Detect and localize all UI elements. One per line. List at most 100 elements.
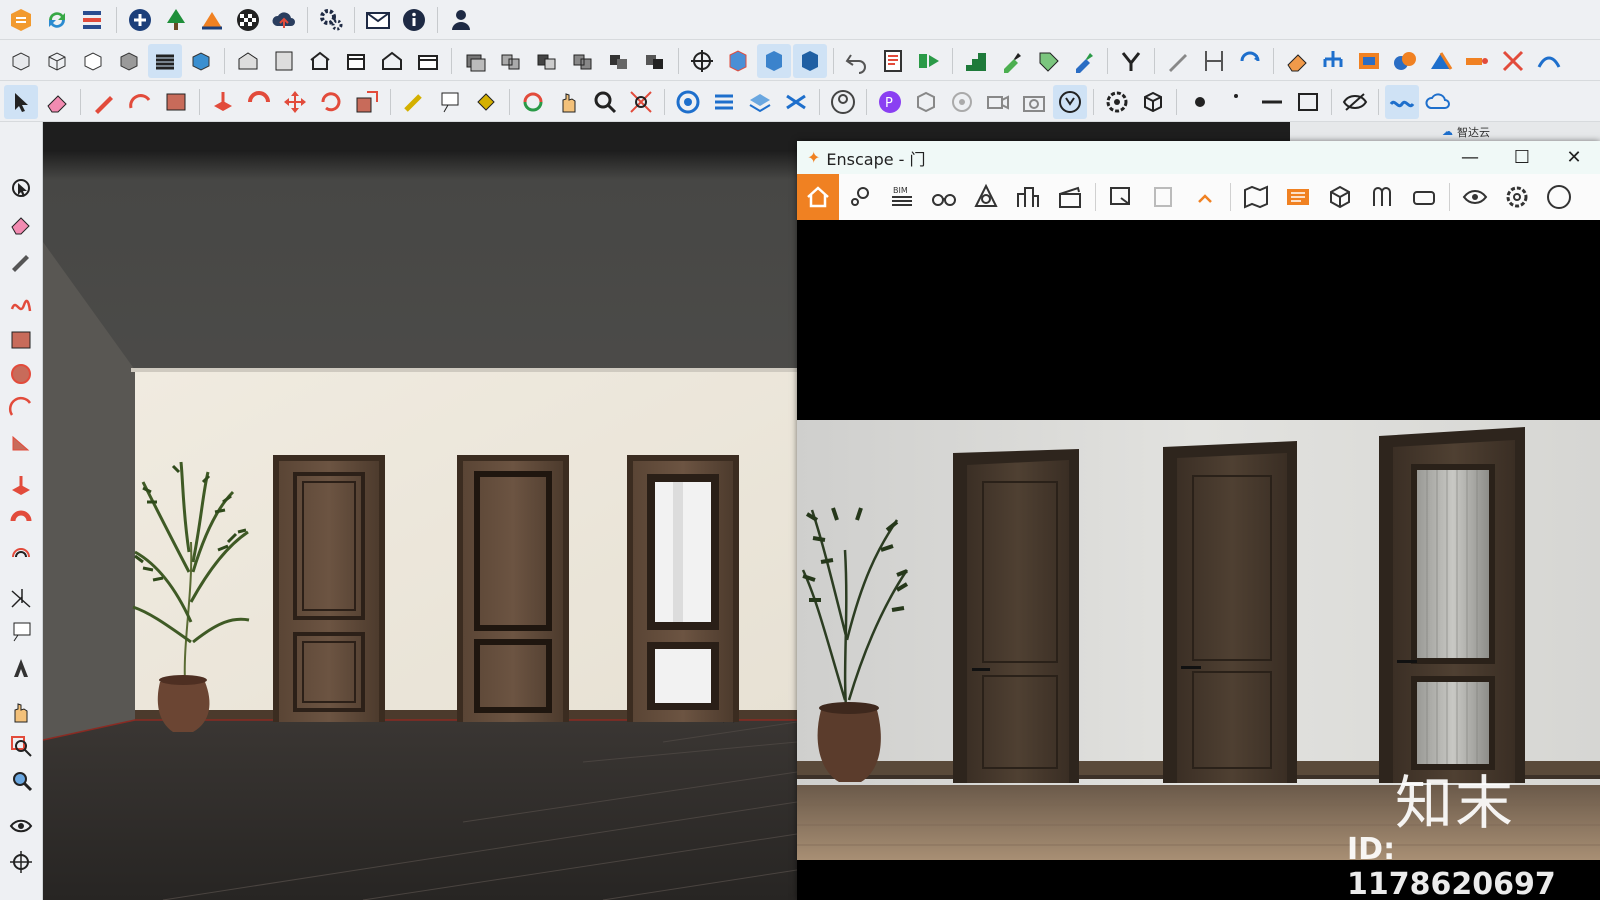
extrude-icon[interactable] [1424, 44, 1458, 78]
stack-blue-1-icon[interactable] [671, 85, 705, 119]
pipette-blue-icon[interactable] [1067, 44, 1101, 78]
camera-icon[interactable] [1017, 85, 1051, 119]
solid-trim-icon[interactable] [602, 44, 636, 78]
bim-icon[interactable]: BIM [881, 174, 923, 220]
stack-blue-3-icon[interactable] [743, 85, 777, 119]
binoculars-icon[interactable] [923, 174, 965, 220]
cross-tool-icon[interactable] [1496, 44, 1530, 78]
hierarchy-icon[interactable] [1316, 44, 1350, 78]
batch-render-icon[interactable] [1100, 174, 1142, 220]
visual-settings-eye-icon[interactable] [1454, 174, 1496, 220]
look-around-eye-icon[interactable] [5, 810, 37, 842]
report-icon[interactable] [876, 44, 910, 78]
hand-side-icon[interactable] [5, 696, 37, 728]
pan-hand-icon[interactable] [552, 85, 586, 119]
arc-tool-icon[interactable] [123, 85, 157, 119]
group-blue-icon[interactable] [757, 43, 791, 78]
eraser-side-icon[interactable] [5, 208, 37, 240]
add-circle-icon[interactable] [123, 3, 157, 37]
textured-icon[interactable] [148, 43, 182, 78]
zoom-icon[interactable] [588, 85, 622, 119]
wave-blue-icon[interactable] [1385, 84, 1419, 119]
video-editor-icon[interactable] [1277, 174, 1319, 220]
home-icon[interactable] [797, 174, 839, 220]
orange-pipe-icon[interactable] [1460, 44, 1494, 78]
cloud-blue-icon[interactable] [1421, 85, 1455, 119]
3d-text-side-icon[interactable] [5, 652, 37, 684]
checker-sphere-icon[interactable] [231, 3, 265, 37]
location-icon[interactable] [839, 174, 881, 220]
select-arrow-icon[interactable] [4, 84, 38, 119]
push-pull-icon[interactable] [206, 85, 240, 119]
columns-icon[interactable] [1361, 174, 1403, 220]
follow-me-icon[interactable] [242, 85, 276, 119]
move-tool-icon[interactable] [278, 85, 312, 119]
enscape-titlebar[interactable]: ✦ Enscape - 门 — ☐ ✕ [797, 141, 1600, 174]
maximize-button[interactable]: ☐ [1496, 141, 1548, 174]
offset-side-icon[interactable] [5, 538, 37, 570]
dot-small-icon[interactable] [1219, 85, 1253, 119]
solid-union-icon[interactable] [494, 44, 528, 78]
cube-view-icon[interactable] [1319, 174, 1361, 220]
circle-side-icon[interactable] [5, 358, 37, 390]
info-icon[interactable] [397, 3, 431, 37]
live-update-icon[interactable] [1053, 84, 1087, 119]
scale-tool-icon[interactable] [350, 85, 384, 119]
axes-side-icon[interactable] [5, 582, 37, 614]
tree-icon[interactable] [159, 3, 193, 37]
settings-gear-icon[interactable] [1496, 174, 1538, 220]
cube-outline-icon[interactable] [1136, 85, 1170, 119]
rotate-tool-icon[interactable] [314, 85, 348, 119]
rectangle-tool-icon[interactable] [159, 85, 193, 119]
paint-tag-icon[interactable] [1031, 44, 1065, 78]
vr-headset-icon[interactable] [1403, 174, 1445, 220]
eraser-icon[interactable] [1280, 44, 1314, 78]
stack-blue-2-icon[interactable] [707, 85, 741, 119]
solid-subtract-icon[interactable] [530, 44, 564, 78]
enscape-render-view[interactable]: 知末 ID: 1178620697 [797, 220, 1600, 900]
zoom-window-side-icon[interactable] [5, 730, 37, 762]
clapper-icon[interactable] [1049, 174, 1091, 220]
warehouse-icon[interactable] [4, 3, 38, 37]
select-tool-icon[interactable] [5, 172, 37, 204]
user-icon[interactable] [444, 3, 478, 37]
wireframe-icon[interactable] [40, 44, 74, 78]
target-gray-icon[interactable] [945, 85, 979, 119]
zoom-extents-icon[interactable] [624, 85, 658, 119]
minimize-button[interactable]: — [1444, 141, 1496, 174]
text-tool-icon[interactable] [433, 85, 467, 119]
purple-plugin-icon[interactable]: P [873, 85, 907, 119]
rotate-arrow-icon[interactable] [1233, 44, 1267, 78]
hidden-line-icon[interactable] [76, 44, 110, 78]
enscape-window[interactable]: ✦ Enscape - 门 — ☐ ✕ BIM 知末 ID: 117862069… [797, 141, 1600, 900]
pushpull-side-icon[interactable] [5, 470, 37, 502]
profile-avatar-icon[interactable] [826, 85, 860, 119]
mail-icon[interactable] [361, 3, 395, 37]
close-button[interactable]: ✕ [1548, 141, 1600, 174]
box-gray-icon[interactable] [909, 85, 943, 119]
hide-eye-icon[interactable] [1338, 85, 1372, 119]
square-outline-icon[interactable] [1291, 85, 1325, 119]
tape-measure-icon[interactable] [397, 85, 431, 119]
settings-gears-icon[interactable] [314, 3, 348, 37]
component-blue-icon[interactable] [721, 44, 755, 78]
monochrome-icon[interactable] [184, 44, 218, 78]
pencil-tool-icon[interactable] [87, 85, 121, 119]
view-iso-house-icon[interactable] [231, 44, 265, 78]
side-panel-tab[interactable]: ☁ 智达云 [1290, 122, 1600, 141]
rectangle-side-icon[interactable] [5, 324, 37, 356]
cloud-upload-icon[interactable] [267, 3, 301, 37]
view-top-icon[interactable] [267, 44, 301, 78]
dimension-icon[interactable] [1197, 44, 1231, 78]
view-front-icon[interactable] [303, 44, 337, 78]
export-green-icon[interactable] [912, 44, 946, 78]
asset-library-icon[interactable] [965, 174, 1007, 220]
shaded-icon[interactable] [112, 44, 146, 78]
undo-arrow-icon[interactable] [840, 44, 874, 78]
eraser-tool-icon[interactable] [40, 85, 74, 119]
iso-view-icon[interactable] [4, 44, 38, 78]
cubes-icon[interactable] [1388, 44, 1422, 78]
eyedropper-icon[interactable] [995, 44, 1029, 78]
axes-icon[interactable] [685, 44, 719, 78]
group-dark-icon[interactable] [793, 43, 827, 78]
